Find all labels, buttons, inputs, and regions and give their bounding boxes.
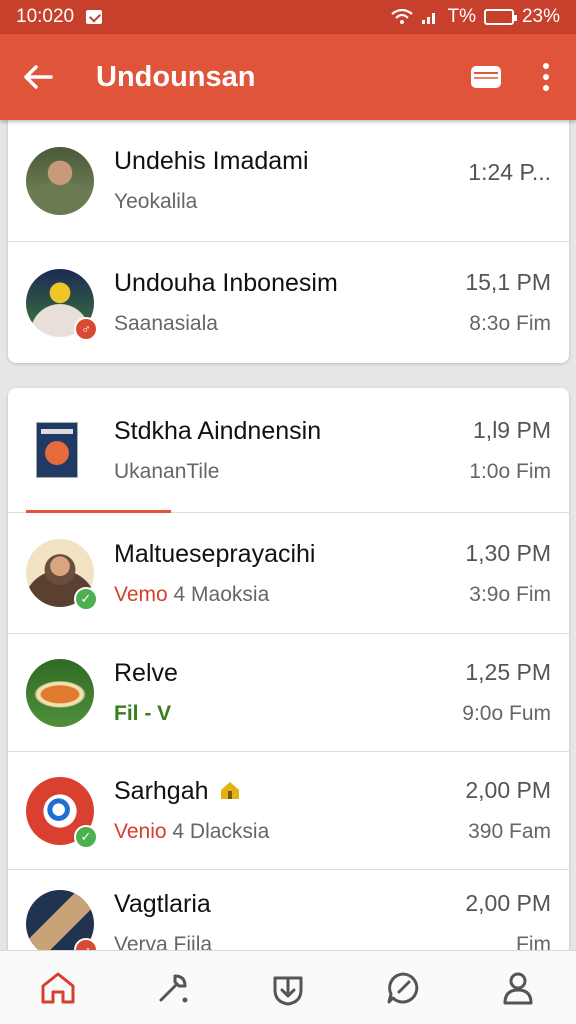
contact-name: Maltueseprayacihi: [114, 539, 316, 568]
list-item[interactable]: ✓ Sarhgah Venio 4 Dlacksia 2,00 PM 390 F…: [8, 752, 569, 870]
nav-profile[interactable]: [486, 956, 550, 1020]
avatar: ♂: [26, 268, 98, 341]
list-item-body: Stdkha Aindnensin UkananTile: [114, 417, 459, 484]
inbox-icon: [471, 66, 501, 88]
list-item[interactable]: ♂ Undouha Inbonesim Saanasiala 15,1 PM 8…: [8, 242, 569, 363]
contact-name: Undouha Inbonesim: [114, 269, 338, 297]
contact-name: Undehis Imadami: [114, 147, 309, 175]
tools-icon: [159, 974, 188, 1002]
contact-name-text: Sarhgah: [114, 777, 209, 805]
back-button[interactable]: [0, 34, 76, 120]
bottom-navigation: [0, 950, 576, 1024]
secondary-timestamp: 8:3o Fim: [469, 312, 551, 335]
contact-subtitle: Fil - V: [114, 702, 452, 726]
subtitle-text: 4 Maoksia: [173, 582, 270, 606]
list-item-body: Undehis Imadami Yeokalila: [114, 147, 458, 214]
timestamp: 1:24 P...: [468, 159, 551, 185]
contact-subtitle: UkananTile: [114, 459, 220, 483]
contact-subtitle: Saanasiala: [114, 312, 218, 335]
list-item[interactable]: ✓ Maltueseprayacihi Vemo 4 Maoksia 1,30 …: [8, 513, 569, 634]
wifi-icon: [391, 9, 414, 24]
secondary-timestamp: 1:0o Fim: [469, 459, 551, 483]
list-item-meta: 15,1 PM 8:3o Fim: [465, 269, 551, 336]
timestamp: 2,00 PM: [465, 890, 551, 916]
battery-percent: 23%: [521, 6, 560, 27]
secondary-timestamp: 9:0o Fum: [462, 702, 551, 725]
contact-name: Sarhgah: [114, 777, 455, 806]
timestamp: 1,25 PM: [465, 659, 551, 685]
subtitle-accent: Vemo: [114, 582, 168, 606]
status-time: 10:020: [16, 6, 75, 27]
verified-badge: ✓: [74, 587, 98, 611]
document-icon: [36, 422, 78, 478]
list-item-meta: 1,l9 PM 1:0o Fim: [469, 417, 551, 484]
status-right: T% 23%: [391, 6, 560, 28]
list-item-body: Maltueseprayacihi Vemo 4 Maoksia: [114, 540, 455, 607]
list-item-meta: 1,30 PM 3:9o Fim: [465, 540, 551, 607]
download-icon: [273, 976, 303, 1005]
verified-badge: ✓: [74, 824, 98, 849]
more-vert-icon: [543, 63, 549, 91]
subtitle-accent: Venio: [114, 820, 167, 843]
status-badge: ♂: [74, 316, 98, 341]
chat-group-recent: Stdkha Aindnensin UkananTile 1,l9 PM 1:0…: [8, 388, 569, 1008]
contact-name: Vagtlaria: [114, 890, 211, 918]
app-bar: Undounsan: [0, 34, 576, 120]
profile-icon: [503, 972, 533, 1004]
chat-group-pinned: Undehis Imadami Yeokalila 1:24 P... ♂ Un…: [8, 120, 569, 363]
contact-subtitle: Venio 4 Dlacksia: [114, 820, 455, 844]
list-item-meta: 1,25 PM 9:0o Fum: [462, 659, 551, 726]
timestamp: 1,30 PM: [465, 539, 551, 566]
notification-icon: [86, 10, 103, 24]
signal-icon: [422, 13, 436, 24]
home-badge-icon: [221, 782, 240, 799]
chat-icon: [387, 972, 419, 1003]
nav-home[interactable]: [26, 956, 90, 1020]
contact-name: Relve: [114, 659, 178, 687]
network-label: T%: [447, 6, 476, 27]
avatar: ✓: [26, 776, 98, 849]
avatar: ♂: [26, 890, 98, 962]
secondary-timestamp: 3:9o Fim: [469, 582, 551, 606]
nav-messages[interactable]: [371, 956, 435, 1020]
arrow-left-icon: [24, 65, 53, 89]
timestamp: 1,l9 PM: [473, 416, 551, 443]
avatar: [26, 146, 94, 215]
list-item-meta: 1:24 P...: [468, 159, 551, 202]
timestamp: 15,1 PM: [465, 269, 551, 295]
status-left: 10:020: [16, 6, 103, 28]
subtitle-text: 4 Dlacksia: [172, 820, 270, 843]
list-item-body: Sarhgah Venio 4 Dlacksia: [114, 777, 455, 844]
list-item[interactable]: Stdkha Aindnensin UkananTile 1,l9 PM 1:0…: [8, 388, 569, 513]
nav-tools[interactable]: [141, 956, 205, 1020]
avatar: ✓: [26, 539, 98, 611]
contact-subtitle: Vemo 4 Maoksia: [114, 583, 455, 607]
list-item-meta: 2,00 PM Fim: [465, 890, 551, 957]
more-options-button[interactable]: [516, 34, 576, 120]
battery-icon: [483, 9, 517, 25]
list-item-meta: 2,00 PM 390 Fam: [465, 777, 551, 844]
contact-name: Stdkha Aindnensin: [114, 416, 322, 445]
list-item[interactable]: Relve Fil - V 1,25 PM 9:0o Fum: [8, 634, 569, 752]
list-item-body: Relve Fil - V: [114, 659, 452, 726]
subtitle-accent: Fil - V: [114, 702, 172, 725]
secondary-timestamp: 390 Fam: [468, 820, 551, 843]
nav-download[interactable]: [256, 956, 320, 1020]
status-bar: 10:020 T% 23%: [0, 0, 576, 34]
page-title: Undounsan: [96, 60, 256, 93]
home-icon: [41, 972, 75, 1003]
contact-subtitle: Yeokalila: [114, 190, 198, 213]
document-thumbnail: [26, 416, 94, 484]
list-item-body: Undouha Inbonesim Saanasiala: [114, 269, 455, 336]
inbox-button[interactable]: [456, 34, 516, 120]
list-item-body: Vagtlaria Verva Fiila: [114, 890, 455, 957]
list-item[interactable]: Undehis Imadami Yeokalila 1:24 P...: [8, 120, 569, 242]
avatar: [26, 658, 94, 727]
timestamp: 2,00 PM: [465, 777, 551, 803]
